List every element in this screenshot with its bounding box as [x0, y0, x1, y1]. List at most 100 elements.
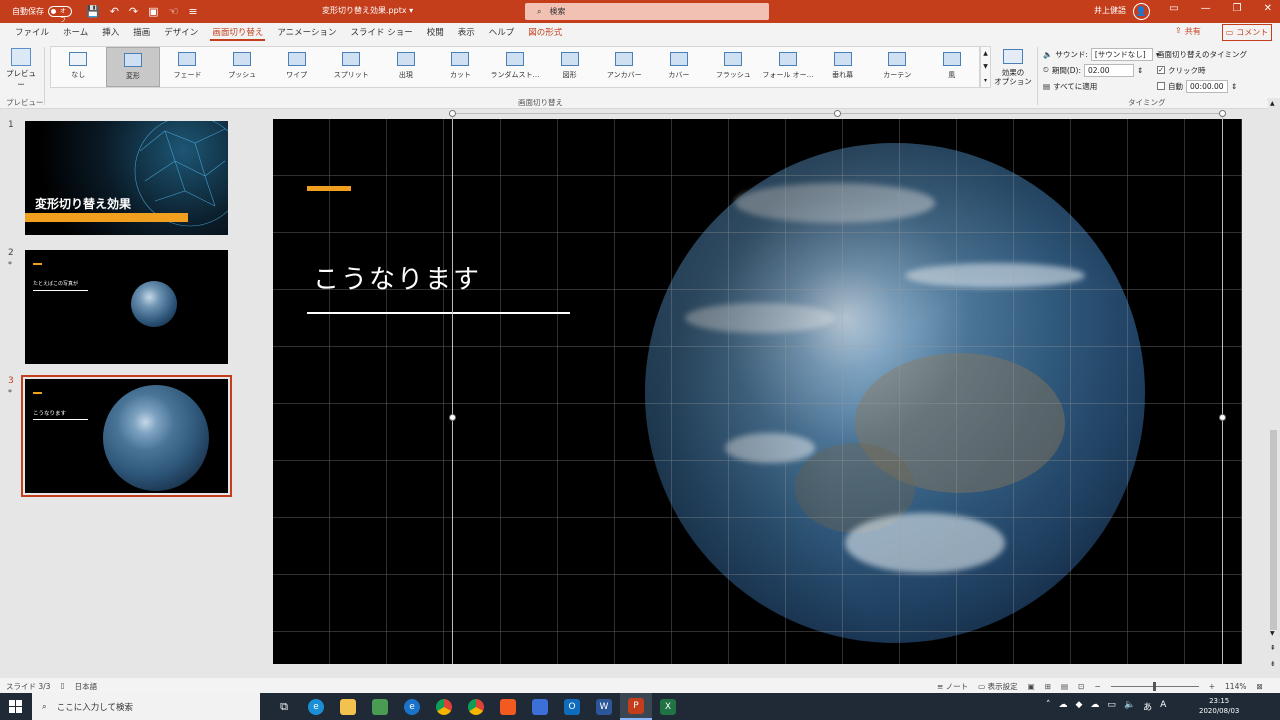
apply-all-button[interactable]: すべてに適用 [1053, 81, 1097, 92]
normal-view-icon[interactable]: ▣ [1028, 682, 1035, 691]
task-view-icon[interactable]: ⧉ [268, 693, 300, 720]
tab-file[interactable]: ファイル [8, 23, 56, 43]
undo-icon[interactable]: ↶ [110, 5, 119, 18]
zoom-in-icon[interactable]: + [1209, 682, 1215, 691]
gallery-scroll[interactable]: ▲ ▼ ▾ [980, 46, 991, 88]
zoom-level[interactable]: 114% [1225, 682, 1246, 691]
tab-insert[interactable]: 挿入 [95, 23, 126, 43]
tab-home[interactable]: ホーム [56, 23, 95, 43]
sound-select[interactable]: [サウンドなし] [1090, 47, 1153, 61]
auto-time-input[interactable]: 00:00.00 [1186, 79, 1228, 93]
spinner-icon[interactable]: ⇕ [1231, 82, 1237, 91]
slideshow-icon[interactable]: ⊡ [1078, 682, 1084, 691]
brave-icon[interactable] [492, 693, 524, 720]
windows-start-icon[interactable] [9, 700, 22, 713]
tab-picture-format[interactable]: 図の形式 [521, 23, 569, 43]
touch-mode-icon[interactable]: ☜ [169, 5, 179, 18]
prev-slide-icon[interactable]: ⇞ [1270, 644, 1276, 652]
tab-review[interactable]: 校閲 [420, 23, 451, 43]
autosave-switch[interactable]: オフ [48, 6, 72, 24]
auto-checkbox[interactable] [1157, 82, 1165, 90]
effect-morph[interactable]: 変形 [105, 47, 161, 87]
resize-handle[interactable] [1219, 110, 1226, 117]
on-click-checkbox[interactable]: ✓ [1157, 66, 1165, 74]
present-icon[interactable]: ▣ [148, 5, 158, 18]
tab-design[interactable]: デザイン [157, 23, 205, 43]
tab-slideshow[interactable]: スライド ショー [344, 23, 420, 43]
redo-icon[interactable]: ↷ [129, 5, 138, 18]
effect-fade[interactable]: フェード [160, 47, 215, 87]
taskbar-search[interactable]: ⌕ ここに入力して検索 [32, 693, 260, 720]
effect-random-bars[interactable]: ランダムスト… [488, 47, 543, 87]
effect-curtains[interactable]: カーテン [870, 47, 925, 87]
zoom-slider[interactable] [1110, 682, 1199, 691]
effect-cover[interactable]: カバー [652, 47, 707, 87]
scrollbar-thumb[interactable] [1270, 430, 1277, 630]
effect-fall-over[interactable]: フォール オー… [761, 47, 816, 87]
comment-button[interactable]: ▭ コメント [1222, 24, 1272, 41]
close-icon[interactable]: ✕ [1264, 3, 1272, 14]
avatar-icon[interactable]: 👤 [1133, 3, 1150, 20]
effect-reveal[interactable]: 出現 [379, 47, 434, 87]
display-settings-button[interactable]: ▭ 表示設定 [978, 681, 1017, 692]
effect-options-button[interactable]: 効果の オプション [993, 49, 1033, 86]
chevron-up-icon[interactable]: ˄ [1046, 700, 1051, 713]
resize-handle[interactable] [834, 110, 841, 117]
share-button[interactable]: ⇪ 共有 [1175, 26, 1201, 37]
user-name[interactable]: 井上健語 [1094, 5, 1126, 16]
ie-icon[interactable]: e [396, 693, 428, 720]
slide-thumbnail-1[interactable]: 変形切り替え効果 [25, 121, 228, 235]
word-icon[interactable]: W [588, 693, 620, 720]
tab-view[interactable]: 表示 [451, 23, 482, 43]
spinner-icon[interactable]: ⇕ [1137, 66, 1143, 75]
file-explorer-icon[interactable] [332, 693, 364, 720]
edge-icon[interactable]: e [300, 693, 332, 720]
tab-help[interactable]: ヘルプ [482, 23, 522, 43]
notification-icon[interactable]: A [1160, 700, 1166, 713]
store-app-icon[interactable] [364, 693, 396, 720]
accessibility-icon[interactable]: ▯ [60, 681, 64, 692]
fit-to-window-icon[interactable]: ⊠ [1256, 682, 1262, 691]
resize-handle[interactable] [449, 414, 456, 421]
scroll-up-icon[interactable]: ▲ [1270, 100, 1275, 107]
powerpoint-icon[interactable]: P [620, 693, 652, 720]
language-indicator[interactable]: 日本語 [75, 681, 98, 692]
resize-handle[interactable] [1219, 414, 1226, 421]
effect-shape[interactable]: 図形 [542, 47, 597, 87]
next-slide-icon[interactable]: ⇟ [1270, 660, 1276, 668]
resize-handle[interactable] [449, 110, 456, 117]
scroll-down-icon[interactable]: ▼ [1270, 630, 1275, 637]
volume-icon[interactable]: 🔈 [1124, 700, 1135, 713]
tab-transitions[interactable]: 画面切り替え [205, 23, 270, 43]
effect-uncover[interactable]: アンカバー [597, 47, 652, 87]
effect-cut[interactable]: カット [433, 47, 488, 87]
effect-wipe[interactable]: ワイプ [269, 47, 324, 87]
effect-push[interactable]: プッシュ [215, 47, 270, 87]
outlook-icon[interactable]: O [556, 693, 588, 720]
effect-split[interactable]: スプリット [324, 47, 379, 87]
slide-sorter-icon[interactable]: ⊞ [1045, 682, 1051, 691]
search-box[interactable]: ⌕ 検索 [525, 3, 769, 20]
notes-button[interactable]: ≡ ノート [937, 681, 968, 692]
minimize-icon[interactable]: — [1201, 3, 1211, 14]
tab-animations[interactable]: アニメーション [270, 23, 343, 43]
chevron-up-icon[interactable]: ▲ [983, 50, 988, 57]
editor-scrollbar[interactable]: ▲ ▼ ⇞ ⇟ [1268, 98, 1280, 678]
onedrive-icon[interactable]: ☁ [1090, 700, 1099, 713]
dropbox-icon[interactable]: ◆ [1076, 700, 1083, 713]
slide-thumbnail-2[interactable]: たとえばこの写真が [25, 250, 228, 364]
document-title[interactable]: 変形切り替え効果.pptx ▾ [322, 5, 413, 16]
cloud-icon[interactable]: ☁ [1059, 700, 1068, 713]
network-icon[interactable]: ▭ [1107, 700, 1116, 713]
customize-icon[interactable]: ≡ [188, 5, 197, 18]
effect-drape[interactable]: 垂れ幕 [815, 47, 870, 87]
preview-button[interactable]: プレビュー [4, 46, 38, 90]
autosave-toggle[interactable]: 自動保存 オフ [12, 6, 72, 24]
effect-none[interactable]: なし [51, 47, 106, 87]
effect-wind[interactable]: 風 [925, 47, 980, 87]
paint-app-icon[interactable] [524, 693, 556, 720]
restore-icon[interactable]: ❐ [1233, 3, 1242, 14]
taskbar-clock[interactable]: 23:15 2020/08/03 [1199, 696, 1239, 716]
excel-icon[interactable]: X [652, 693, 684, 720]
chrome-icon[interactable] [428, 693, 460, 720]
